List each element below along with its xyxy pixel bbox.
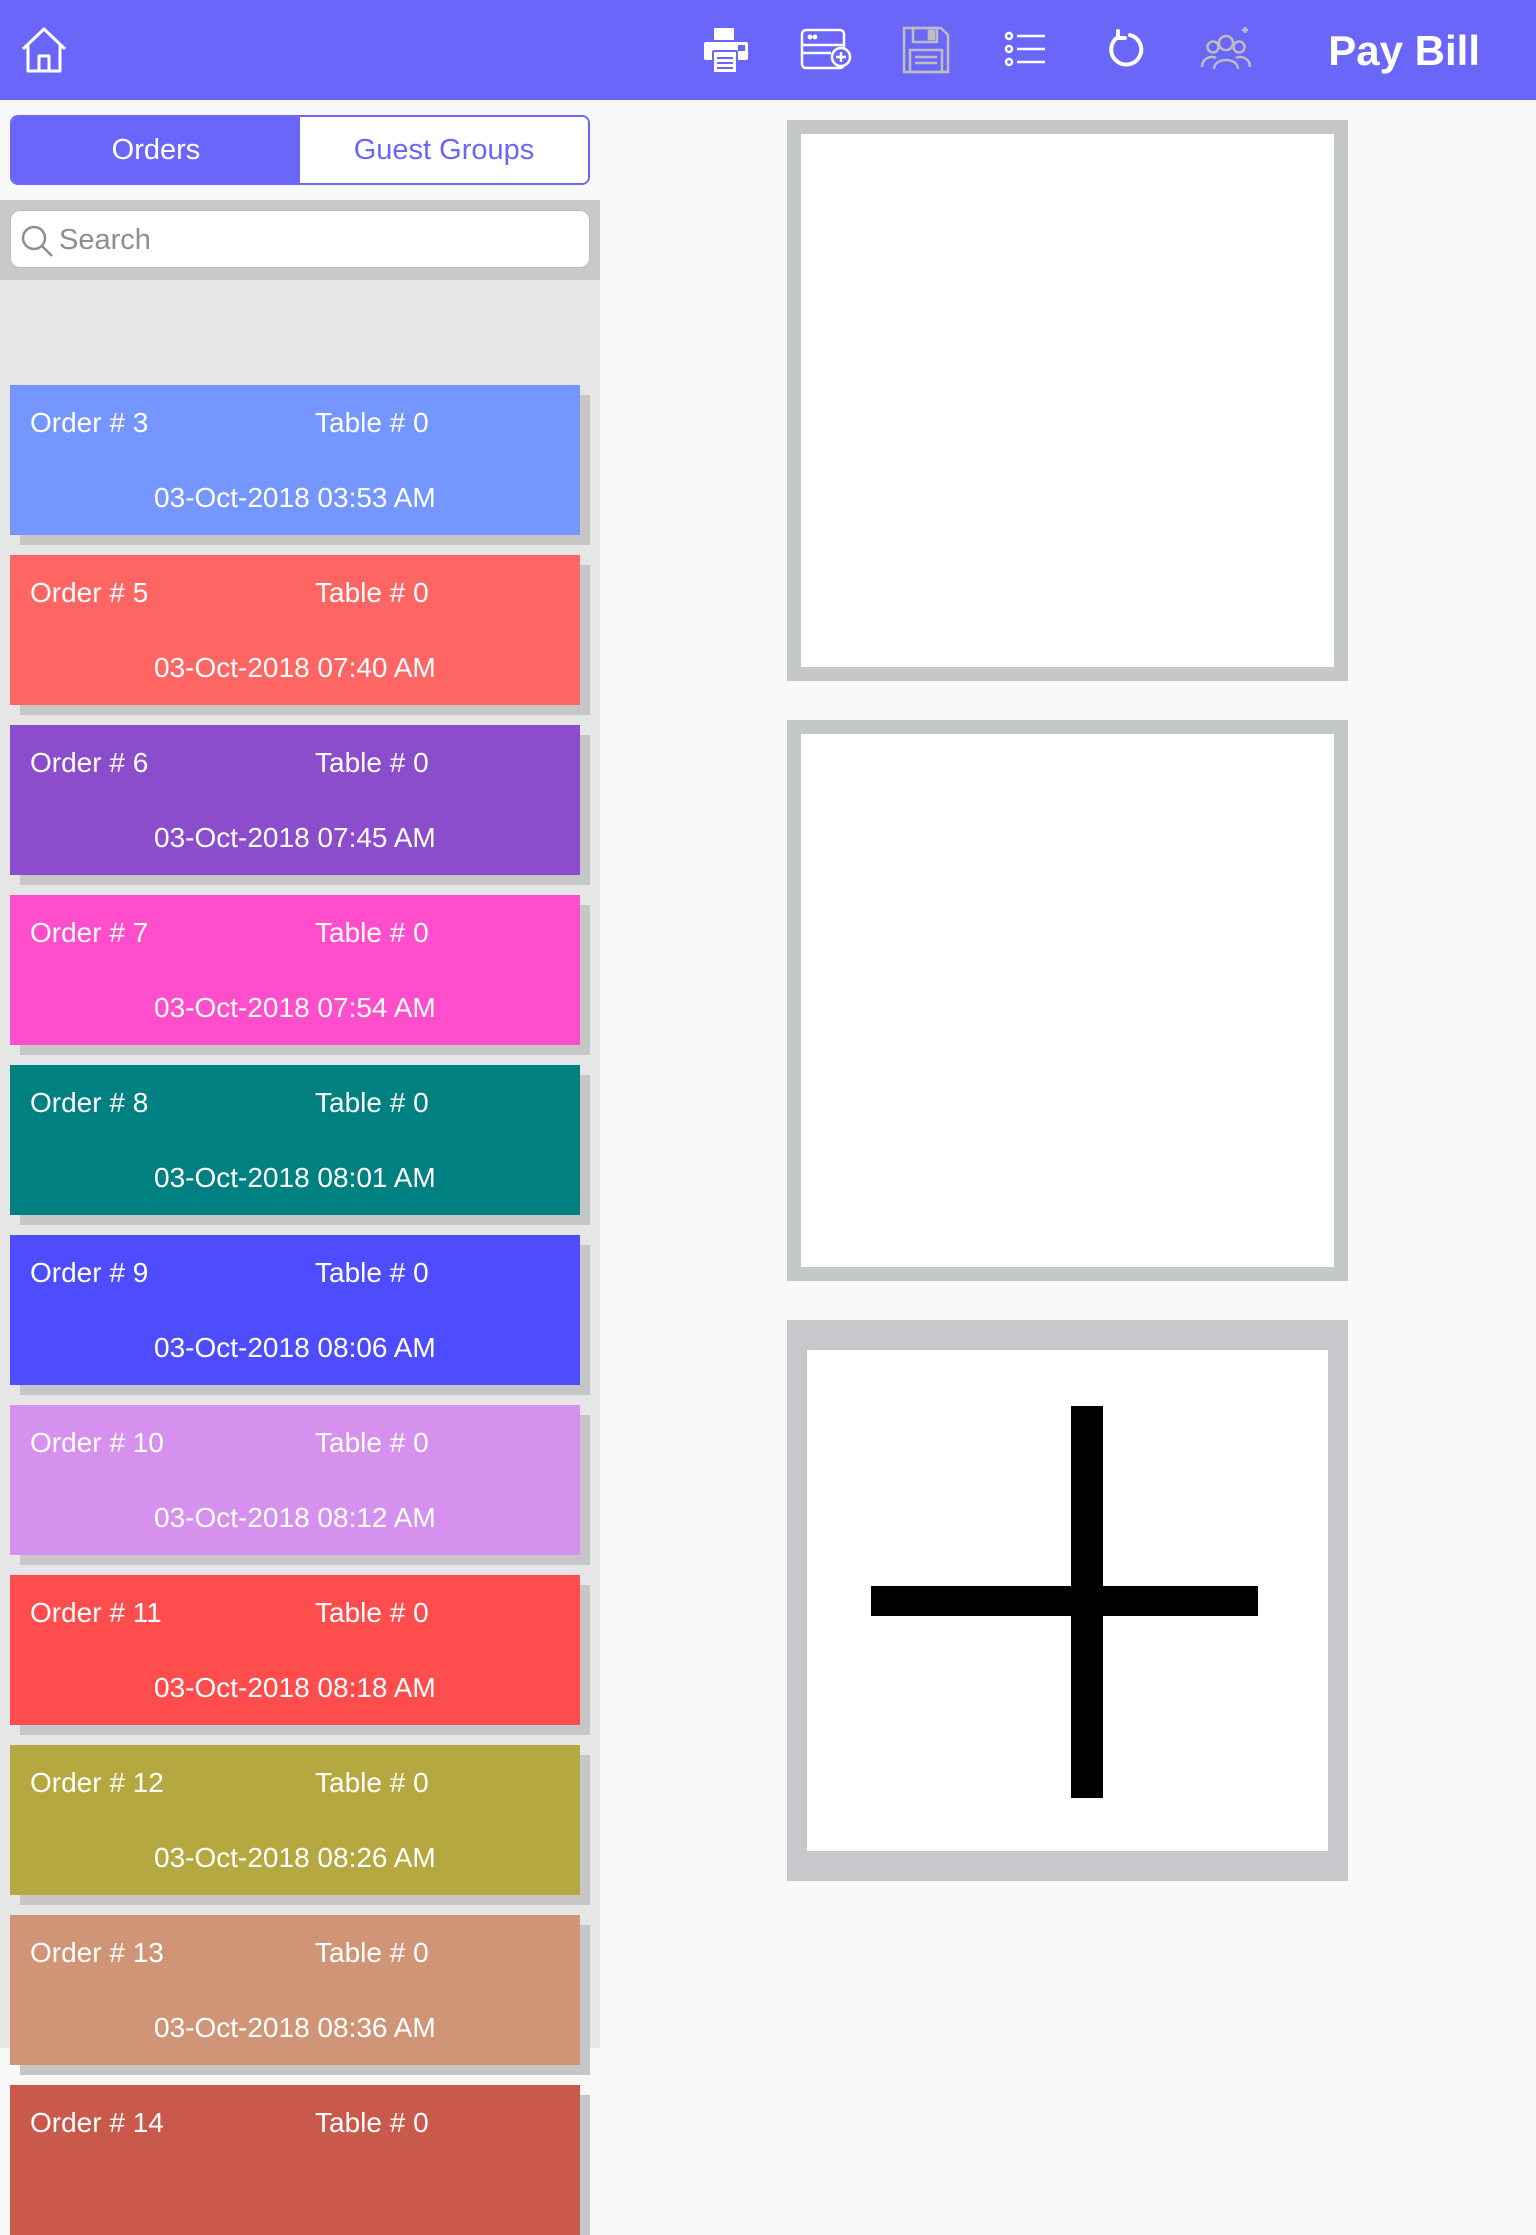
order-datetime: 03-Oct-2018 08:01 AM	[154, 1162, 436, 1193]
table-number: Table # 0	[315, 577, 429, 608]
order-card[interactable]: Order # 14 Table # 0	[10, 2085, 580, 2235]
orders-list[interactable]: Order # 3 Table # 0 03-Oct-2018 03:53 AM…	[0, 200, 600, 2235]
seat-tile[interactable]	[787, 120, 1348, 681]
table-number: Table # 0	[315, 1597, 429, 1628]
order-card[interactable]: Order # 13 Table # 0 03-Oct-2018 08:36 A…	[10, 1915, 580, 2065]
order-number: Order # 5	[30, 577, 149, 608]
order-number: Order # 9	[30, 1257, 149, 1288]
table-number: Table # 0	[315, 747, 429, 778]
seat-tile-body	[801, 134, 1334, 667]
pay-bill-button[interactable]: Pay Bill	[1328, 26, 1480, 76]
order-number: Order # 12	[30, 1767, 164, 1798]
order-datetime: 03-Oct-2018 08:12 AM	[154, 1502, 436, 1533]
guests-icon[interactable]	[1198, 22, 1254, 78]
table-number: Table # 0	[315, 1257, 429, 1288]
order-card[interactable]: Order # 5 Table # 0 03-Oct-2018 07:40 AM	[10, 555, 580, 705]
top-bar: Pay Bill	[0, 0, 1536, 100]
order-card[interactable]: Order # 6 Table # 0 03-Oct-2018 07:45 AM	[10, 725, 580, 875]
refresh-icon[interactable]	[1098, 22, 1154, 78]
order-datetime: 03-Oct-2018 07:40 AM	[154, 652, 436, 683]
order-number: Order # 8	[30, 1087, 149, 1118]
search-icon	[21, 225, 53, 257]
list-icon[interactable]	[998, 22, 1054, 78]
order-number: Order # 6	[30, 747, 149, 778]
order-datetime: 03-Oct-2018 08:06 AM	[154, 1332, 436, 1363]
order-card[interactable]: Order # 7 Table # 0 03-Oct-2018 07:54 AM	[10, 895, 580, 1045]
order-number: Order # 3	[30, 407, 149, 438]
order-card[interactable]: Order # 9 Table # 0 03-Oct-2018 08:06 AM	[10, 1235, 580, 1385]
order-datetime: 03-Oct-2018 08:26 AM	[154, 1842, 436, 1873]
plus-icon	[871, 1586, 1258, 1616]
tab-orders[interactable]: Orders	[12, 117, 300, 183]
order-datetime: 03-Oct-2018 07:54 AM	[154, 992, 436, 1023]
order-number: Order # 14	[30, 2107, 164, 2138]
table-number: Table # 0	[315, 407, 429, 438]
home-icon[interactable]	[16, 22, 72, 78]
order-number: Order # 13	[30, 1937, 164, 1968]
order-card[interactable]: Order # 11 Table # 0 03-Oct-2018 08:18 A…	[10, 1575, 580, 1725]
order-datetime: 03-Oct-2018 07:45 AM	[154, 822, 436, 853]
orders-panel: Orders Guest Groups Order # 3 Table # 0 …	[0, 100, 600, 2235]
add-seat-body	[807, 1350, 1328, 1851]
seat-tile-body	[801, 734, 1334, 1267]
search-input[interactable]	[59, 217, 579, 263]
order-datetime: 03-Oct-2018 08:18 AM	[154, 1672, 436, 1703]
search-box[interactable]	[10, 210, 590, 268]
search-bar	[0, 200, 600, 280]
order-card[interactable]: Order # 8 Table # 0 03-Oct-2018 08:01 AM	[10, 1065, 580, 1215]
add-window-icon[interactable]	[798, 22, 854, 78]
printer-icon[interactable]	[698, 22, 754, 78]
order-card[interactable]: Order # 3 Table # 0 03-Oct-2018 03:53 AM	[10, 385, 580, 535]
add-seat-button[interactable]	[787, 1320, 1348, 1881]
order-number: Order # 10	[30, 1427, 164, 1458]
order-card[interactable]: Order # 12 Table # 0 03-Oct-2018 08:26 A…	[10, 1745, 580, 1895]
order-datetime: 03-Oct-2018 08:36 AM	[154, 2012, 436, 2043]
save-icon[interactable]	[898, 22, 954, 78]
seat-tile[interactable]	[787, 720, 1348, 1281]
table-number: Table # 0	[315, 1937, 429, 1968]
tab-guest-groups[interactable]: Guest Groups	[300, 117, 588, 183]
order-number: Order # 11	[30, 1597, 162, 1628]
table-number: Table # 0	[315, 1427, 429, 1458]
table-number: Table # 0	[315, 1767, 429, 1798]
order-datetime: 03-Oct-2018 03:53 AM	[154, 482, 436, 513]
segmented-control: Orders Guest Groups	[10, 115, 590, 185]
table-number: Table # 0	[315, 2107, 429, 2138]
order-card[interactable]: Order # 10 Table # 0 03-Oct-2018 08:12 A…	[10, 1405, 580, 1555]
table-number: Table # 0	[315, 917, 429, 948]
order-number: Order # 7	[30, 917, 149, 948]
table-number: Table # 0	[315, 1087, 429, 1118]
